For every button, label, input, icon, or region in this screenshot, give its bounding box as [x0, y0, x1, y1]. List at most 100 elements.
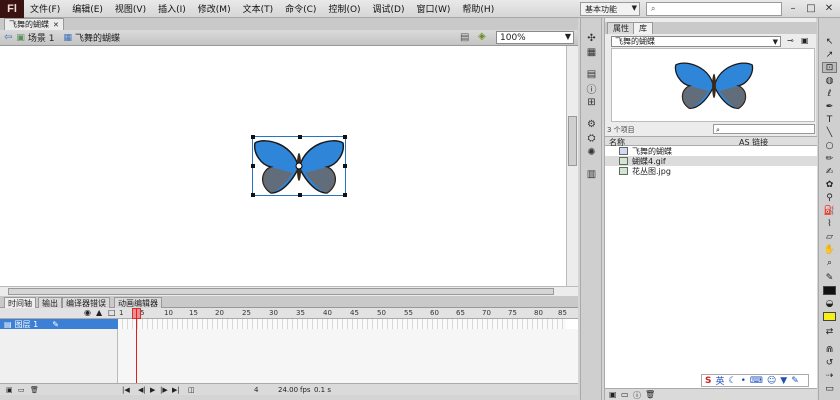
outline-icon[interactable]: □	[108, 308, 116, 317]
hand-tool-icon[interactable]: ✋	[822, 244, 837, 255]
new-library-icon[interactable]: ▣	[801, 36, 809, 45]
moon-icon[interactable]: ☾	[729, 376, 737, 386]
maximize-button[interactable]: □	[802, 1, 820, 16]
onion-skin-icon[interactable]: ◫	[188, 386, 195, 394]
deco-tool-icon[interactable]: ✿	[822, 179, 837, 190]
play-icon[interactable]: ▶	[150, 386, 155, 394]
breadcrumb-scene[interactable]: 场景 1	[28, 31, 55, 44]
tab-library[interactable]: 库	[633, 22, 653, 34]
eraser-tool-icon[interactable]: ▱	[822, 231, 837, 242]
properties-icon[interactable]: ⓘ	[633, 390, 641, 400]
library-search-input[interactable]: ⌕	[713, 124, 815, 134]
menu-insert[interactable]: 插入(I)	[152, 2, 192, 15]
transform-handle[interactable]	[343, 193, 347, 197]
info-panel-icon[interactable]: ⓘ	[585, 82, 598, 96]
document-tab[interactable]: 飞舞的蝴蝶 ✕	[4, 18, 64, 30]
layer-frames[interactable]	[118, 319, 566, 329]
menu-text[interactable]: 文本(T)	[237, 2, 280, 15]
tab-output[interactable]: 输出	[38, 297, 62, 308]
ime-language[interactable]: 英	[715, 374, 724, 387]
user-icon[interactable]: ☺	[767, 376, 776, 386]
help-search-input[interactable]: ⌕	[646, 2, 782, 16]
timeline-ruler[interactable]: ◉ ▲ □ 1 5 10 15 20 25 30 35 40 45 50 55 …	[0, 308, 578, 319]
eye-icon[interactable]: ◉	[84, 308, 91, 317]
delete-layer-icon[interactable]: 🗑	[30, 386, 39, 394]
menu-window[interactable]: 窗口(W)	[411, 2, 457, 15]
menu-file[interactable]: 文件(F)	[24, 2, 66, 15]
tab-properties[interactable]: 属性	[607, 22, 635, 34]
eyedropper-tool-icon[interactable]: ⌇	[822, 218, 837, 229]
library-document-select[interactable]: 飞舞的蝴蝶 ▼	[611, 36, 781, 47]
menu-control[interactable]: 控制(O)	[322, 2, 366, 15]
scrollbar-thumb[interactable]	[8, 288, 554, 295]
new-layer-icon[interactable]: ▣	[6, 386, 13, 394]
stroke-color-swatch[interactable]	[823, 286, 836, 295]
goto-first-icon[interactable]: |◀	[122, 386, 130, 394]
transform-handle[interactable]	[298, 135, 302, 139]
motion-presets-icon[interactable]: ✺	[585, 146, 598, 158]
fill-color-swatch[interactable]	[823, 312, 836, 321]
timeline-body[interactable]	[0, 329, 578, 383]
new-folder-icon[interactable]: ▭	[18, 386, 25, 394]
color-panel-icon[interactable]: ✣	[585, 32, 598, 44]
new-folder-icon[interactable]: ▭	[621, 390, 629, 399]
zoom-select[interactable]: 100% ▼	[496, 31, 574, 44]
layer-name-cell[interactable]: ▤ 图层 1 ✎	[0, 319, 118, 329]
pen-tool-icon[interactable]: ✒	[822, 101, 837, 112]
close-icon[interactable]: ✕	[53, 21, 59, 29]
ime-toolbar[interactable]: S 英 ☾ • ⌨ ☺ ▼ ✎	[701, 374, 809, 387]
tab-compiler-errors[interactable]: 编译器错误	[62, 297, 110, 308]
snap-icon[interactable]: ⋒	[822, 344, 837, 355]
edit-scene-icon[interactable]: ▤	[460, 32, 469, 43]
pencil-tool-icon[interactable]: ✏	[822, 153, 837, 164]
punctuation-icon[interactable]: •	[741, 376, 746, 386]
bone-tool-icon[interactable]: ⚲	[822, 192, 837, 203]
goto-last-icon[interactable]: ▶|	[172, 386, 180, 394]
align-panel-icon[interactable]: ▤	[585, 68, 598, 80]
library-item[interactable]: 飞舞的蝴蝶	[605, 146, 817, 156]
transform-handle[interactable]	[251, 193, 255, 197]
brush-tool-icon[interactable]: ✍	[822, 166, 837, 177]
zoom-tool-icon[interactable]: ⌕	[822, 257, 837, 268]
swap-colors-icon[interactable]: ⇄	[822, 326, 837, 337]
transform-handle[interactable]	[343, 135, 347, 139]
stage-vertical-scrollbar[interactable]	[566, 46, 578, 286]
keyboard-icon[interactable]: ⌨	[750, 376, 763, 386]
swatches-panel-icon[interactable]: ▦	[585, 46, 598, 58]
step-back-icon[interactable]: ◀|	[138, 386, 146, 394]
components-icon[interactable]: ⛭	[585, 132, 598, 144]
frame-rate[interactable]: 24.00	[278, 386, 298, 394]
transform-handle[interactable]	[251, 164, 255, 168]
pin-icon[interactable]: ⊸	[787, 36, 794, 45]
project-panel-icon[interactable]: ▥	[585, 168, 598, 180]
3d-rotation-tool-icon[interactable]: ◍	[822, 75, 837, 86]
shirt-icon[interactable]: ▼	[780, 376, 787, 386]
scrollbar-thumb[interactable]	[568, 116, 577, 166]
line-tool-icon[interactable]: ╲	[822, 127, 837, 138]
step-forward-icon[interactable]: |▶	[160, 386, 168, 394]
menu-view[interactable]: 视图(V)	[109, 2, 152, 15]
code-snippets-icon[interactable]: ⚙	[585, 118, 598, 130]
menu-edit[interactable]: 编辑(E)	[66, 2, 109, 15]
transform-handle[interactable]	[343, 164, 347, 168]
selection-tool-icon[interactable]: ↖	[822, 36, 837, 47]
text-tool-icon[interactable]: T	[822, 114, 837, 125]
minimize-button[interactable]: –	[784, 1, 802, 16]
new-symbol-icon[interactable]: ▣	[609, 390, 617, 399]
stage-horizontal-scrollbar[interactable]	[0, 286, 578, 296]
lock-icon[interactable]: ▲	[96, 308, 102, 317]
free-transform-tool-icon[interactable]: ⊡	[822, 62, 837, 73]
tab-motion-editor[interactable]: 动画编辑器	[114, 297, 162, 308]
menu-commands[interactable]: 命令(C)	[279, 2, 322, 15]
library-item[interactable]: 蝴蝶4.gif	[605, 156, 817, 166]
subselection-tool-icon[interactable]: ↗	[822, 49, 837, 60]
lasso-tool-icon[interactable]: ℓ	[822, 88, 837, 99]
timeline-layer-row[interactable]: ▤ 图层 1 ✎	[0, 319, 578, 329]
breadcrumb-symbol[interactable]: 飞舞的蝴蝶	[75, 31, 120, 44]
menu-modify[interactable]: 修改(M)	[192, 2, 237, 15]
transform-handle[interactable]	[251, 135, 255, 139]
tab-timeline[interactable]: 时间轴	[4, 297, 36, 308]
transform-panel-icon[interactable]: ⊞	[585, 96, 598, 108]
delete-icon[interactable]: 🗑	[645, 390, 655, 399]
rectangle-tool-icon[interactable]: ○	[822, 140, 837, 151]
